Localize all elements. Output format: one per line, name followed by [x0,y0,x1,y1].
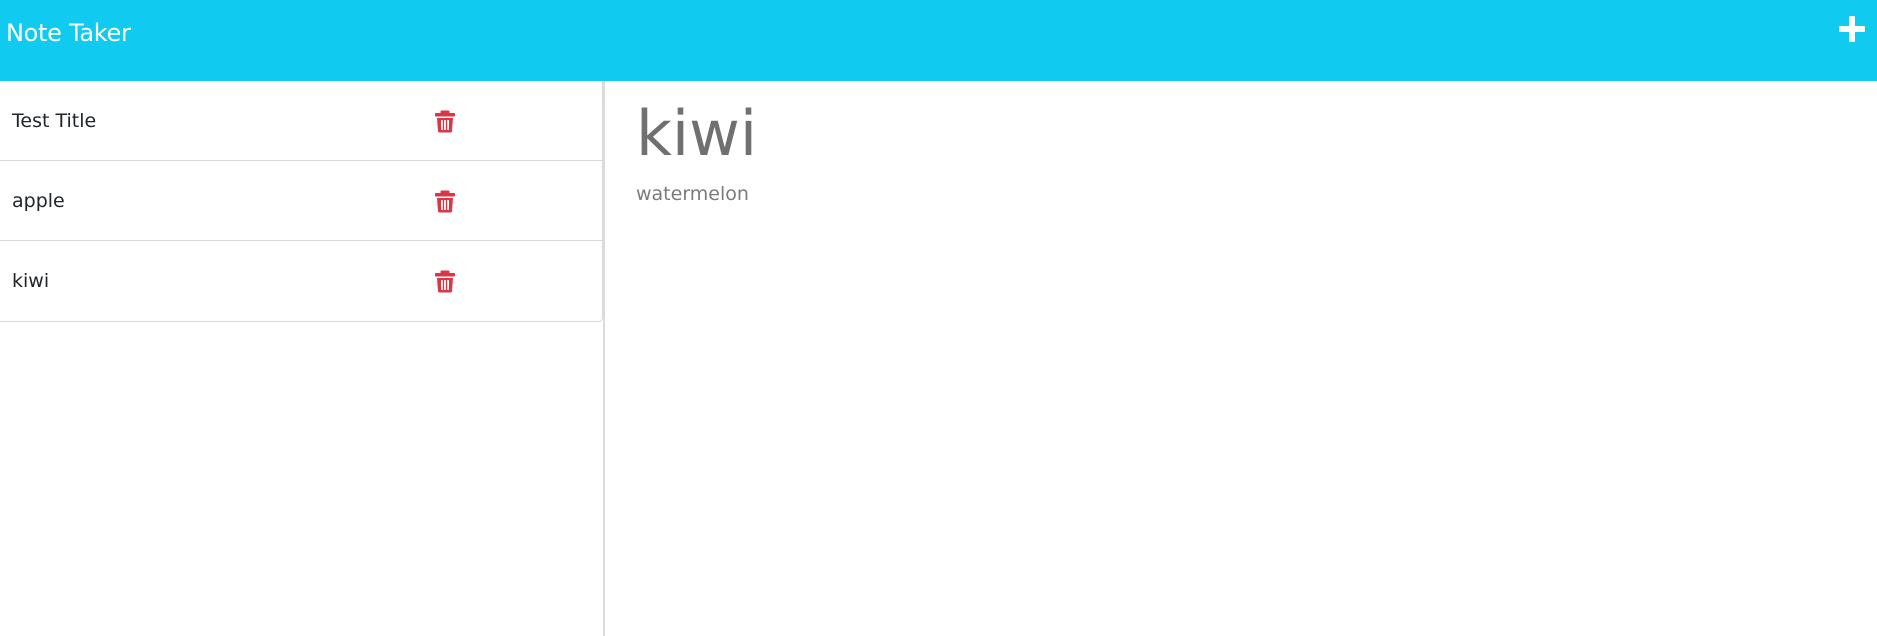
note-item-title[interactable]: Test Title [12,81,96,161]
list-item[interactable]: apple [0,161,603,241]
trash-icon[interactable] [433,189,457,213]
list-item[interactable]: Test Title [0,81,603,161]
trash-icon[interactable] [433,269,457,293]
plus-icon[interactable] [1837,14,1867,44]
note-item-title[interactable]: apple [12,161,65,241]
note-detail-pane: kiwi watermelon [605,81,1877,636]
note-list: Test Title apple kiwi [0,81,603,322]
note-text-field[interactable]: watermelon [636,181,749,207]
note-list-pane: Test Title apple kiwi [0,81,605,636]
brand-title[interactable]: Note Taker [6,17,131,49]
navbar: Note Taker [0,0,1877,81]
trash-icon[interactable] [433,109,457,133]
list-item[interactable]: kiwi [0,241,603,322]
note-item-title[interactable]: kiwi [12,241,49,321]
note-title-field[interactable]: kiwi [636,99,757,169]
